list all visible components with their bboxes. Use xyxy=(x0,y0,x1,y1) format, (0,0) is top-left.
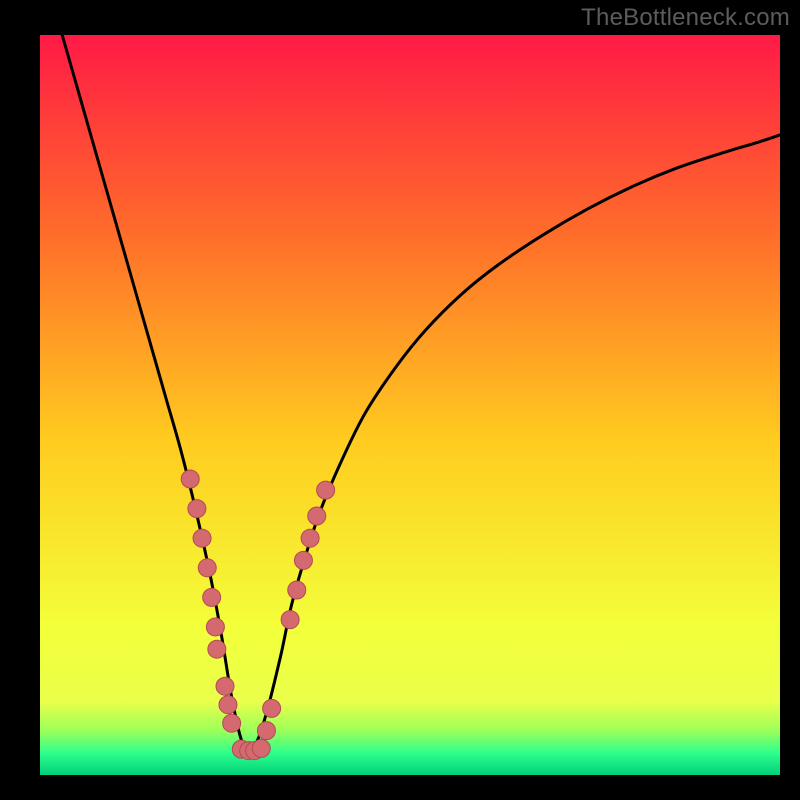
sample-dot xyxy=(203,588,221,606)
sample-dot xyxy=(193,529,211,547)
sample-dot xyxy=(294,551,312,569)
sample-dot xyxy=(198,559,216,577)
watermark-text: TheBottleneck.com xyxy=(581,4,790,32)
bottleneck-chart xyxy=(0,0,800,800)
sample-dot xyxy=(223,714,241,732)
chart-frame: TheBottleneck.com xyxy=(0,0,800,800)
sample-dot xyxy=(219,696,237,714)
sample-dot xyxy=(288,581,306,599)
sample-dot xyxy=(281,611,299,629)
sample-dot xyxy=(208,640,226,658)
sample-dot xyxy=(181,470,199,488)
sample-dot xyxy=(301,529,319,547)
sample-dot xyxy=(263,699,281,717)
sample-dot xyxy=(308,507,326,525)
sample-dot xyxy=(216,677,234,695)
plot-background xyxy=(40,35,780,775)
sample-dot xyxy=(257,722,275,740)
sample-dot xyxy=(252,739,270,757)
sample-dot xyxy=(317,481,335,499)
sample-dot xyxy=(206,618,224,636)
sample-dot xyxy=(188,500,206,518)
